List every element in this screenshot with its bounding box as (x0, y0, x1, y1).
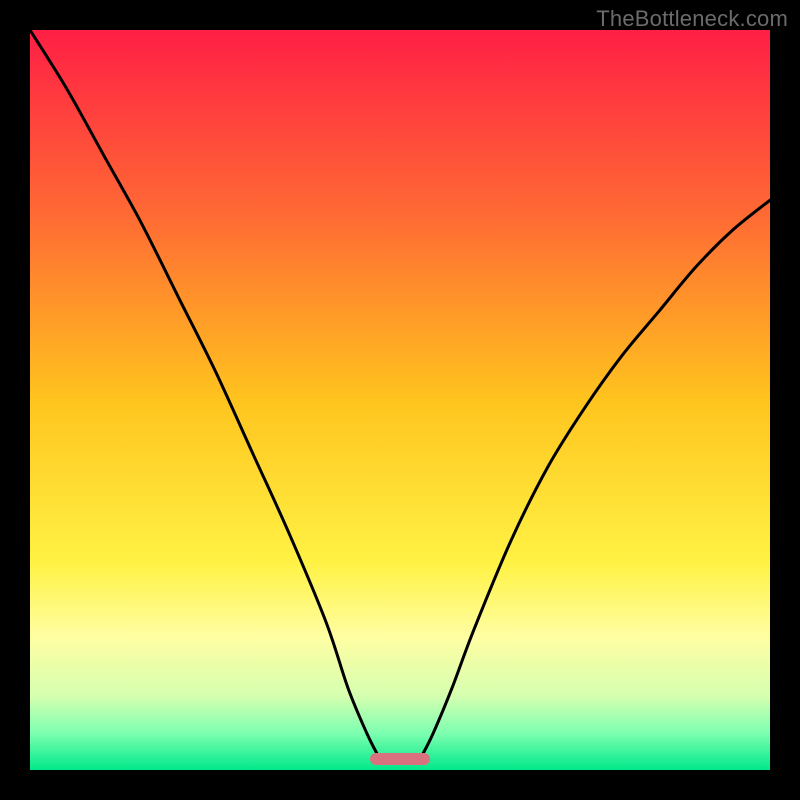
left-curve-path (30, 30, 378, 755)
curves-layer (30, 30, 770, 770)
bottleneck-marker (370, 753, 429, 765)
right-curve-path (422, 200, 770, 755)
watermark-text: TheBottleneck.com (596, 6, 788, 32)
chart-frame: TheBottleneck.com (0, 0, 800, 800)
plot-area (30, 30, 770, 770)
